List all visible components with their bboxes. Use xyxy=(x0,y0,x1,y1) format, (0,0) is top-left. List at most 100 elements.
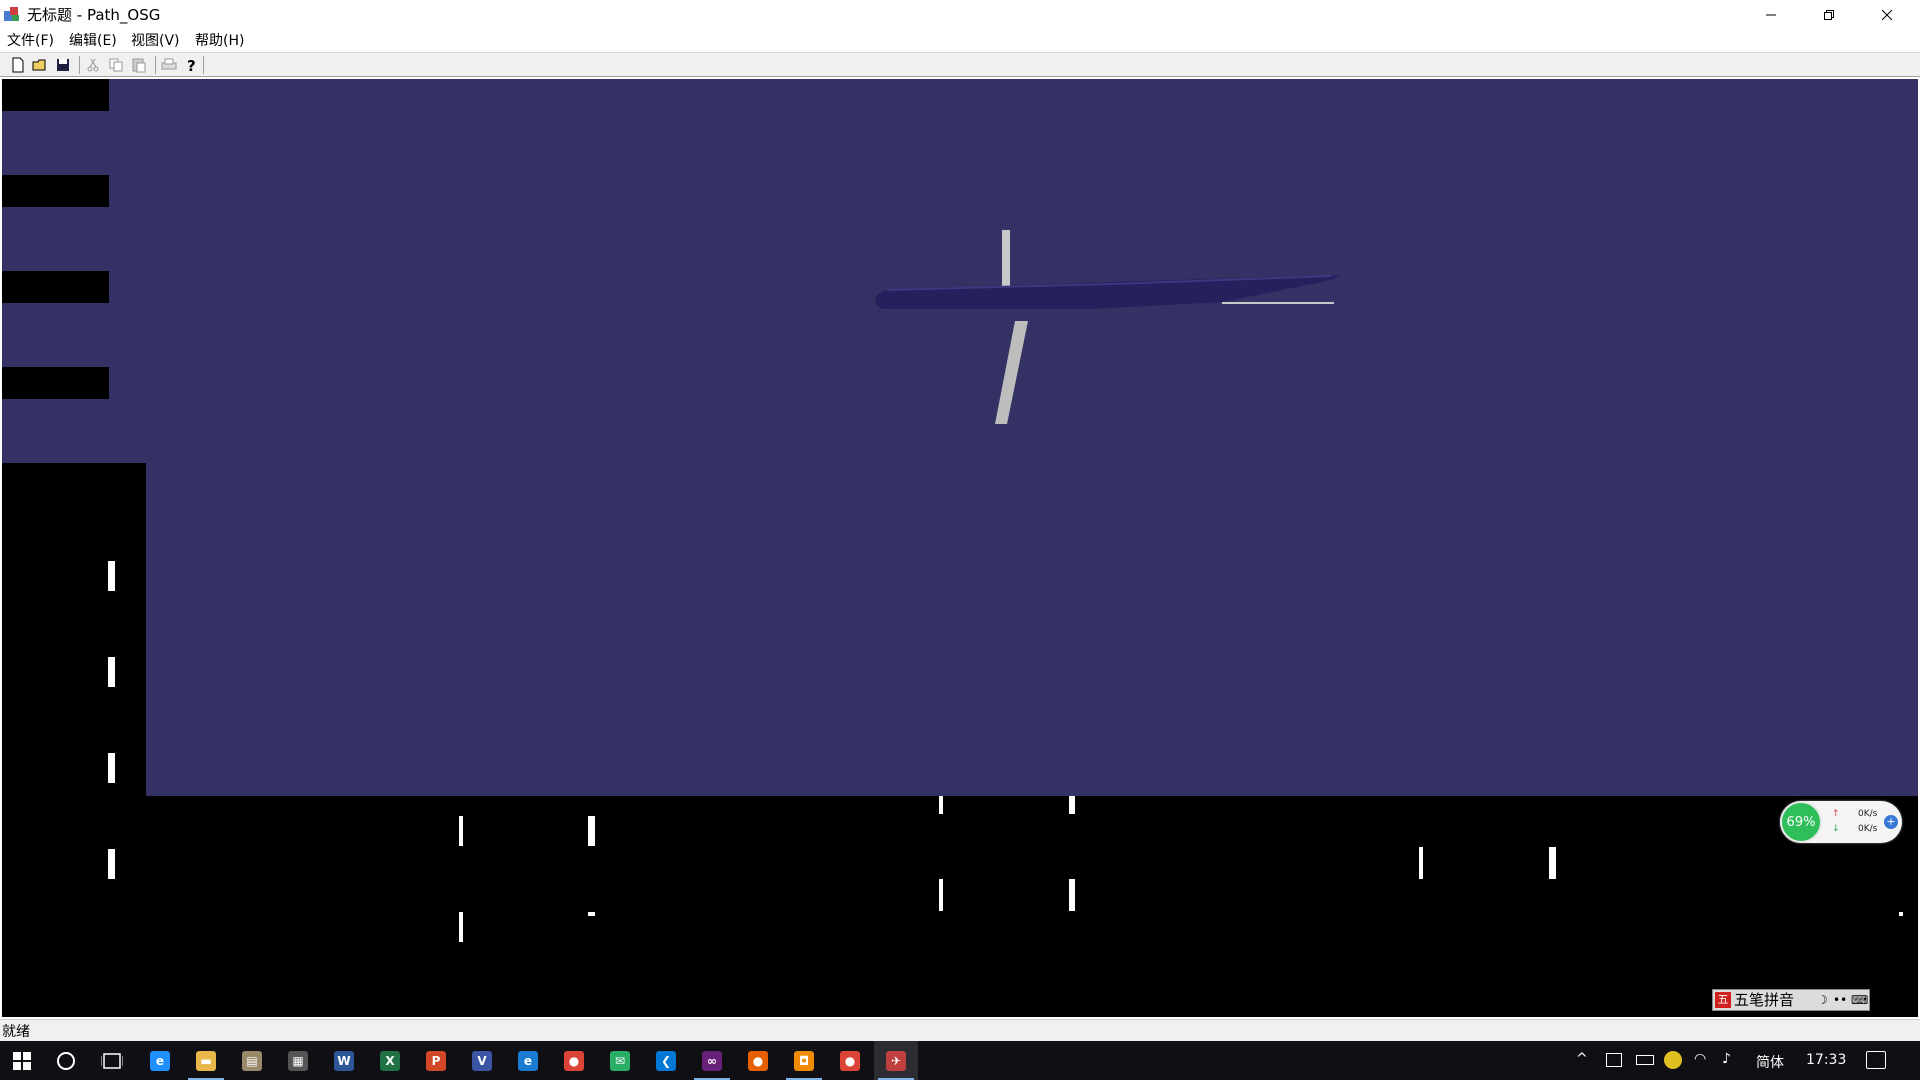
taskbar-app-calculator[interactable]: ▦ xyxy=(276,1041,320,1080)
taskbar-app-visual-studio[interactable]: ∞ xyxy=(690,1041,734,1080)
plus-icon[interactable]: + xyxy=(1884,815,1898,829)
word-icon: W xyxy=(334,1050,354,1071)
runway-dash xyxy=(1549,847,1556,879)
paste-icon[interactable] xyxy=(130,56,148,74)
visio-icon: V xyxy=(472,1050,492,1071)
runway-dash xyxy=(108,849,115,879)
taskbar-app-chrome[interactable]: ● xyxy=(552,1041,596,1080)
tray-security-icon[interactable] xyxy=(1664,1051,1682,1069)
runway-dash xyxy=(459,912,463,942)
runway-dash xyxy=(939,796,943,814)
ime-status-bar[interactable]: 五 五笔拼音 ☽ •• ⌨ xyxy=(1712,989,1870,1011)
restore-button[interactable] xyxy=(1800,0,1858,30)
wechat-icon: ✉ xyxy=(610,1050,630,1071)
menu-file[interactable]: 文件(F) xyxy=(7,33,54,50)
punctuation-icon[interactable]: •• xyxy=(1833,993,1847,1007)
taskbar-app-ie[interactable]: e xyxy=(506,1041,550,1080)
scene-block xyxy=(2,271,109,303)
search-button[interactable] xyxy=(44,1041,88,1080)
task-view-button[interactable] xyxy=(90,1041,134,1080)
scene-block xyxy=(2,79,109,111)
upload-speed: 0K/s xyxy=(1858,809,1878,819)
chrome-icon: ● xyxy=(564,1050,584,1071)
runway-dash xyxy=(108,657,115,687)
battery-icon[interactable] xyxy=(1636,1055,1654,1065)
edge-icon: e xyxy=(150,1050,170,1071)
taskbar-app-wechat[interactable]: ✉ xyxy=(598,1041,642,1080)
toolbar-separator xyxy=(203,56,204,74)
aircraft-model xyxy=(875,230,1339,424)
tray-overflow-icon[interactable]: ^ xyxy=(1576,1051,1588,1067)
menu-help[interactable]: 帮助(H) xyxy=(195,33,244,50)
taskbar-app-file-explorer[interactable]: ▬ xyxy=(184,1041,228,1080)
menu-bar: 文件(F) 编辑(E) 视图(V) 帮助(H) xyxy=(0,30,1920,52)
ime-mode-indicator[interactable]: 简体 xyxy=(1756,1052,1784,1072)
new-icon[interactable] xyxy=(9,56,27,74)
app-orange-icon: ◘ xyxy=(794,1050,814,1071)
runway-dash xyxy=(1899,912,1903,916)
open-icon[interactable] xyxy=(31,56,49,74)
runway-dash xyxy=(1069,879,1075,911)
taskbar-app-chrome-2[interactable]: ● xyxy=(828,1041,872,1080)
task-view-icon xyxy=(101,1052,123,1069)
runway-dash xyxy=(1069,796,1075,814)
clock[interactable]: 17:33 xyxy=(1806,1052,1846,1068)
firefox-icon: ● xyxy=(748,1050,768,1071)
taskbar-app-firefox[interactable]: ● xyxy=(736,1041,780,1080)
cut-icon[interactable] xyxy=(84,56,102,74)
runway-dash xyxy=(588,912,595,916)
status-bar: 就绪 xyxy=(0,1019,1920,1042)
svg-text:?: ? xyxy=(187,57,196,74)
taskbar-app-visio[interactable]: V xyxy=(460,1041,504,1080)
file-explorer-icon: ▬ xyxy=(196,1050,216,1071)
calculator-icon: ▦ xyxy=(288,1050,308,1071)
keyboard-icon[interactable]: ⌨ xyxy=(1851,993,1868,1007)
runway-dash xyxy=(588,816,595,846)
start-button[interactable] xyxy=(0,1041,44,1080)
tray-app-icon[interactable] xyxy=(1606,1053,1622,1067)
memory-usage-percent: 69% xyxy=(1786,814,1816,830)
save-icon[interactable] xyxy=(54,56,72,74)
toolbar: ? xyxy=(0,52,1920,77)
taskbar-app-vscode[interactable]: ❮ xyxy=(644,1041,688,1080)
ground-block xyxy=(2,463,146,796)
taskbar-app-excel[interactable]: X xyxy=(368,1041,412,1080)
restore-icon xyxy=(1824,10,1834,20)
cortana-icon xyxy=(57,1051,75,1070)
taskbar-app-path-osg[interactable]: ✈ xyxy=(874,1041,918,1080)
close-icon xyxy=(1881,9,1893,21)
taskbar-app-app-notepad[interactable]: ▤ xyxy=(230,1041,274,1080)
net-speed-widget[interactable]: 69% ↑ ↓ 0K/s 0K/s + xyxy=(1780,801,1902,843)
help-icon[interactable]: ? xyxy=(182,56,200,74)
menu-view[interactable]: 视图(V) xyxy=(131,33,180,50)
aircraft-tail-fin xyxy=(1222,302,1334,304)
vscode-icon: ❮ xyxy=(656,1050,676,1071)
copy-icon[interactable] xyxy=(107,56,125,74)
osg-3d-viewport[interactable] xyxy=(2,79,1918,1017)
memory-usage-ball[interactable]: 69% xyxy=(1780,801,1822,843)
menu-edit[interactable]: 编辑(E) xyxy=(69,33,117,50)
scene-block xyxy=(2,367,109,399)
minimize-button[interactable] xyxy=(1742,0,1800,30)
moon-icon[interactable]: ☽ xyxy=(1817,993,1828,1007)
chrome-2-icon: ● xyxy=(840,1050,860,1071)
taskbar-app-app-orange[interactable]: ◘ xyxy=(782,1041,826,1080)
runway-dash xyxy=(1419,847,1423,879)
print-icon[interactable] xyxy=(160,56,178,74)
visual-studio-icon: ∞ xyxy=(702,1050,722,1071)
close-button[interactable] xyxy=(1858,0,1916,30)
volume-icon[interactable]: ♪ xyxy=(1722,1051,1731,1067)
ime-logo-icon: 五 xyxy=(1715,992,1731,1008)
notification-icon[interactable] xyxy=(1866,1051,1886,1069)
powerpoint-icon: P xyxy=(426,1050,446,1071)
ie-icon: e xyxy=(518,1050,538,1071)
scene-block xyxy=(2,175,109,207)
taskbar-app-edge[interactable]: e xyxy=(138,1041,182,1080)
taskbar-app-word[interactable]: W xyxy=(322,1041,366,1080)
download-arrow-icon: ↓ xyxy=(1832,824,1840,834)
download-speed: 0K/s xyxy=(1858,824,1878,834)
app-icon xyxy=(4,7,19,21)
window-title: 无标题 - Path_OSG xyxy=(27,6,161,24)
wifi-icon[interactable]: ◠ xyxy=(1694,1051,1706,1067)
taskbar-app-powerpoint[interactable]: P xyxy=(414,1041,458,1080)
